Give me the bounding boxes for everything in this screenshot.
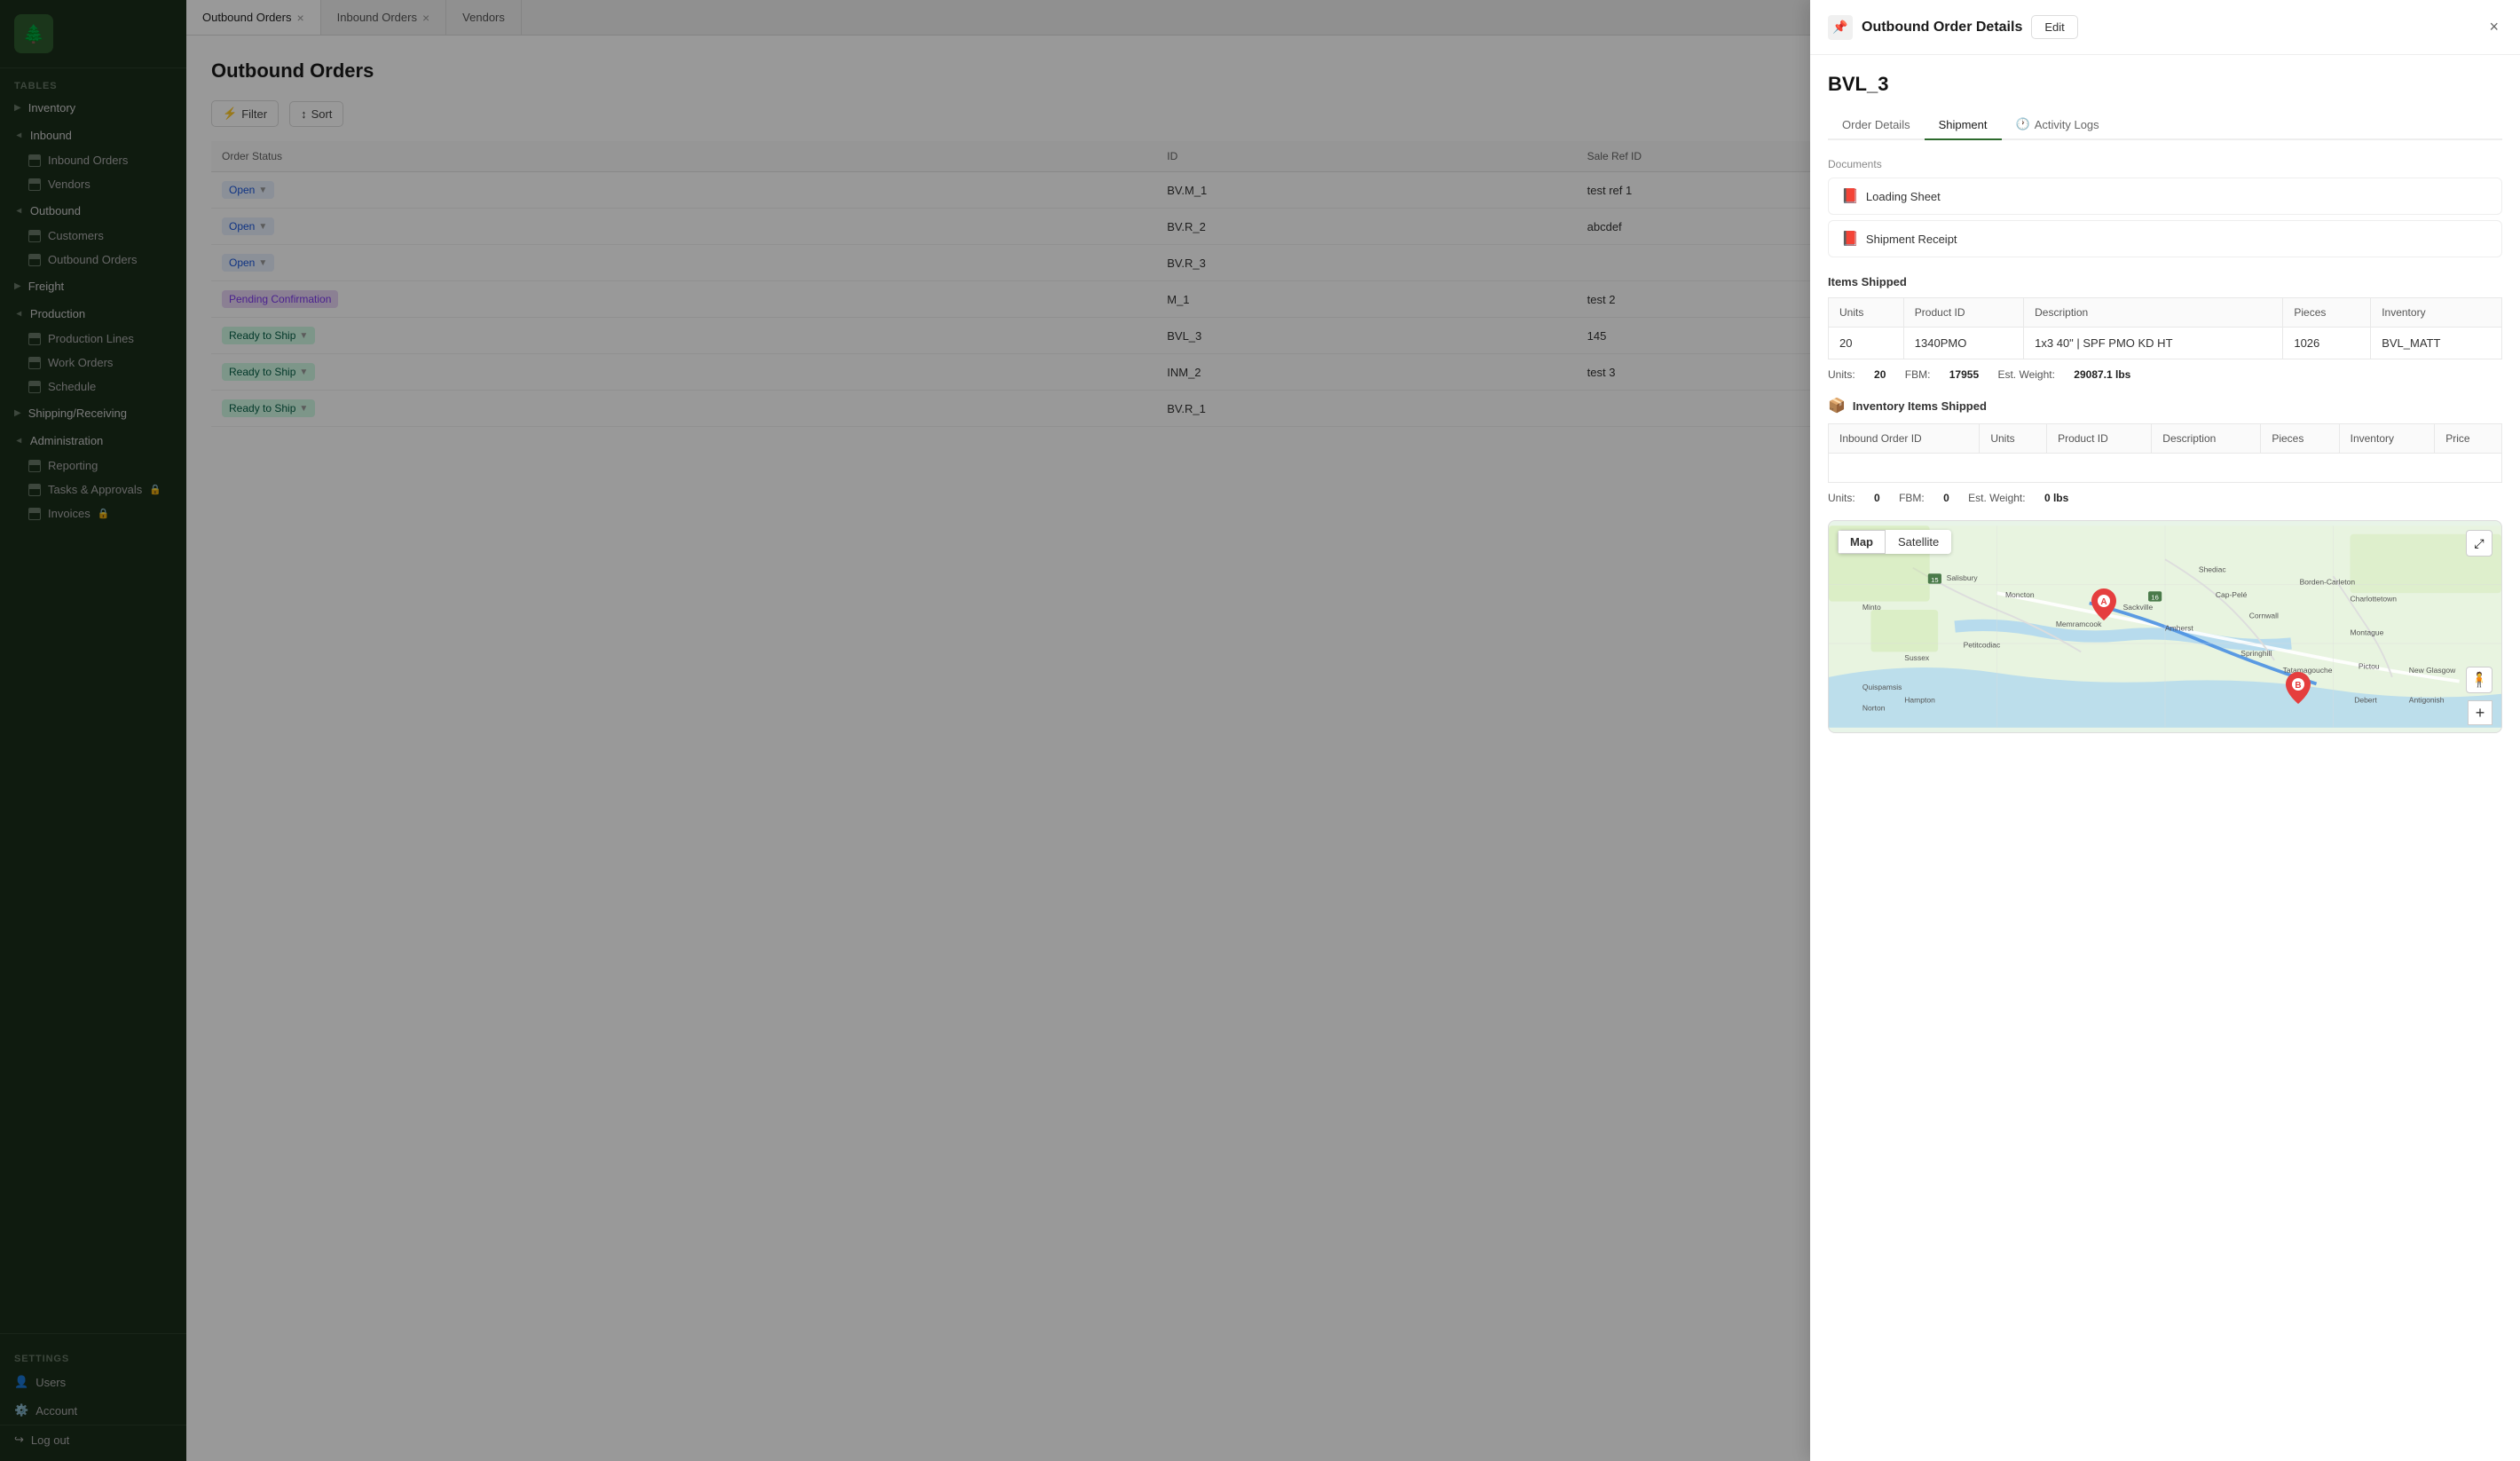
cell-description: 1x3 40" | SPF PMO KD HT bbox=[2024, 328, 2283, 359]
pdf-icon: 📕 bbox=[1841, 187, 1859, 205]
cell-units: 20 bbox=[1829, 328, 1904, 359]
col-inv-product-id: Product ID bbox=[2047, 424, 2152, 454]
items-shipped-table: Units Product ID Description Pieces Inve… bbox=[1828, 297, 2502, 359]
modal-header: 📌 Outbound Order Details Edit × bbox=[1810, 0, 2520, 55]
map-marker-a: A bbox=[2091, 588, 2116, 623]
svg-text:Springhill: Springhill bbox=[2240, 649, 2272, 658]
map-toggle-satellite[interactable]: Satellite bbox=[1886, 530, 1951, 554]
svg-text:Borden-Carleton: Borden-Carleton bbox=[2300, 578, 2356, 587]
modal-header-left: 📌 Outbound Order Details Edit bbox=[1828, 15, 2078, 40]
clock-icon: 🕐 bbox=[2016, 117, 2030, 131]
modal-tab-activity-logs-label: Activity Logs bbox=[2035, 118, 2099, 131]
modal-body: BVL_3 Order Details Shipment 🕐 Activity … bbox=[1810, 55, 2520, 1461]
modal-tabs: Order Details Shipment 🕐 Activity Logs bbox=[1828, 110, 2502, 140]
svg-text:Moncton: Moncton bbox=[2005, 590, 2035, 599]
items-shipped-section: Items Shipped Units Product ID Descripti… bbox=[1828, 275, 2502, 381]
modal-order-id: BVL_3 bbox=[1828, 73, 2502, 96]
edit-button[interactable]: Edit bbox=[2031, 15, 2077, 39]
items-shipped-title: Items Shipped bbox=[1828, 275, 2502, 288]
documents-label: Documents bbox=[1828, 158, 2502, 170]
inv-summary-weight: Est. Weight: 0 lbs bbox=[1968, 492, 2068, 504]
svg-text:Shediac: Shediac bbox=[2199, 565, 2227, 573]
svg-text:Sussex: Sussex bbox=[1904, 653, 1930, 662]
col-inbound-order-id: Inbound Order ID bbox=[1829, 424, 1980, 454]
svg-text:New Glasgow: New Glasgow bbox=[2409, 666, 2456, 675]
modal-tab-order-details-label: Order Details bbox=[1842, 118, 1910, 131]
map-zoom-in[interactable]: + bbox=[2468, 700, 2492, 725]
map-zoom-controls: + bbox=[2468, 700, 2492, 725]
col-inv-pieces: Pieces bbox=[2261, 424, 2339, 454]
svg-text:B: B bbox=[2296, 681, 2302, 691]
cell-inventory: BVL_MATT bbox=[2371, 328, 2502, 359]
svg-text:16: 16 bbox=[2151, 594, 2158, 602]
col-pieces: Pieces bbox=[2283, 298, 2371, 328]
svg-text:Charlottetown: Charlottetown bbox=[2350, 595, 2397, 604]
modal-tab-shipment[interactable]: Shipment bbox=[1925, 110, 2002, 140]
svg-text:Cornwall: Cornwall bbox=[2249, 612, 2279, 620]
col-inv-price: Price bbox=[2435, 424, 2502, 454]
svg-text:Minto: Minto bbox=[1862, 603, 1881, 612]
svg-text:15: 15 bbox=[1931, 576, 1938, 584]
inventory-items-section: 📦 Inventory Items Shipped Inbound Order … bbox=[1828, 397, 2502, 504]
inv-summary-fbm: FBM: 0 bbox=[1899, 492, 1952, 504]
svg-text:Antigonish: Antigonish bbox=[2409, 695, 2445, 704]
box-icon: 📦 bbox=[1828, 397, 1846, 415]
col-inv-inventory: Inventory bbox=[2339, 424, 2435, 454]
svg-text:Cap-Pelé: Cap-Pelé bbox=[2216, 590, 2248, 599]
inv-summary-units: Units: 0 bbox=[1828, 492, 1883, 504]
summary-units: Units: 20 bbox=[1828, 368, 1889, 381]
modal-panel: 📌 Outbound Order Details Edit × BVL_3 Or… bbox=[1810, 0, 2520, 1461]
svg-text:Pictou: Pictou bbox=[2359, 661, 2380, 670]
items-shipped-summary: Units: 20 FBM: 17955 Est. Weight: 29087.… bbox=[1828, 368, 2502, 381]
map-marker-b: B bbox=[2286, 672, 2311, 707]
modal-tab-order-details[interactable]: Order Details bbox=[1828, 110, 1925, 140]
col-units: Units bbox=[1829, 298, 1904, 328]
col-inv-description: Description bbox=[2152, 424, 2261, 454]
svg-text:Amherst: Amherst bbox=[2165, 624, 2193, 633]
summary-fbm: FBM: 17955 bbox=[1905, 368, 1982, 381]
map-expand-button[interactable]: ⤢ bbox=[2466, 530, 2492, 557]
col-inv-units: Units bbox=[1980, 424, 2047, 454]
inventory-summary: Units: 0 FBM: 0 Est. Weight: 0 lbs bbox=[1828, 492, 2502, 504]
svg-text:Norton: Norton bbox=[1862, 704, 1886, 713]
svg-text:Debert: Debert bbox=[2354, 695, 2377, 704]
summary-weight: Est. Weight: 29087.1 lbs bbox=[1997, 368, 2130, 381]
inventory-items-title: Inventory Items Shipped bbox=[1853, 399, 1987, 413]
svg-text:Quispamsis: Quispamsis bbox=[1862, 683, 1902, 691]
col-inventory: Inventory bbox=[2371, 298, 2502, 328]
svg-text:Hampton: Hampton bbox=[1904, 695, 1935, 704]
svg-text:Montague: Montague bbox=[2350, 628, 2383, 636]
col-description: Description bbox=[2024, 298, 2283, 328]
svg-text:Sackville: Sackville bbox=[2123, 603, 2154, 612]
modal-overlay[interactable]: 📌 Outbound Order Details Edit × BVL_3 Or… bbox=[0, 0, 2520, 1461]
document-shipment-receipt-label: Shipment Receipt bbox=[1866, 233, 1957, 246]
pin-icon: 📌 bbox=[1828, 15, 1853, 40]
map-toggle-map[interactable]: Map bbox=[1838, 530, 1886, 554]
modal-tab-activity-logs[interactable]: 🕐 Activity Logs bbox=[2002, 110, 2114, 140]
map-person-icon[interactable]: 🧍 bbox=[2466, 667, 2492, 693]
inventory-items-header: 📦 Inventory Items Shipped bbox=[1828, 397, 2502, 415]
col-product-id: Product ID bbox=[1903, 298, 2023, 328]
cell-pieces: 1026 bbox=[2283, 328, 2371, 359]
table-row: 20 1340PMO 1x3 40" | SPF PMO KD HT 1026 … bbox=[1829, 328, 2502, 359]
pdf-icon: 📕 bbox=[1841, 230, 1859, 248]
inventory-items-table: Inbound Order ID Units Product ID Descri… bbox=[1828, 423, 2502, 483]
svg-text:A: A bbox=[2100, 597, 2107, 607]
modal-title: Outbound Order Details bbox=[1862, 20, 2022, 36]
map-view-toggle: Map Satellite bbox=[1838, 530, 1951, 554]
cell-product-id: 1340PMO bbox=[1903, 328, 2023, 359]
close-button[interactable]: × bbox=[2485, 14, 2502, 40]
document-loading-sheet[interactable]: 📕 Loading Sheet bbox=[1828, 178, 2502, 215]
svg-text:Petitcodiac: Petitcodiac bbox=[1964, 641, 2001, 650]
map-container: Minto Salisbury Moncton Memramcook Sackv… bbox=[1828, 520, 2502, 733]
empty-row bbox=[1829, 454, 2502, 483]
modal-tab-shipment-label: Shipment bbox=[1939, 118, 1988, 131]
document-loading-sheet-label: Loading Sheet bbox=[1866, 190, 1941, 203]
svg-text:Salisbury: Salisbury bbox=[1947, 573, 1979, 582]
document-shipment-receipt[interactable]: 📕 Shipment Receipt bbox=[1828, 220, 2502, 257]
